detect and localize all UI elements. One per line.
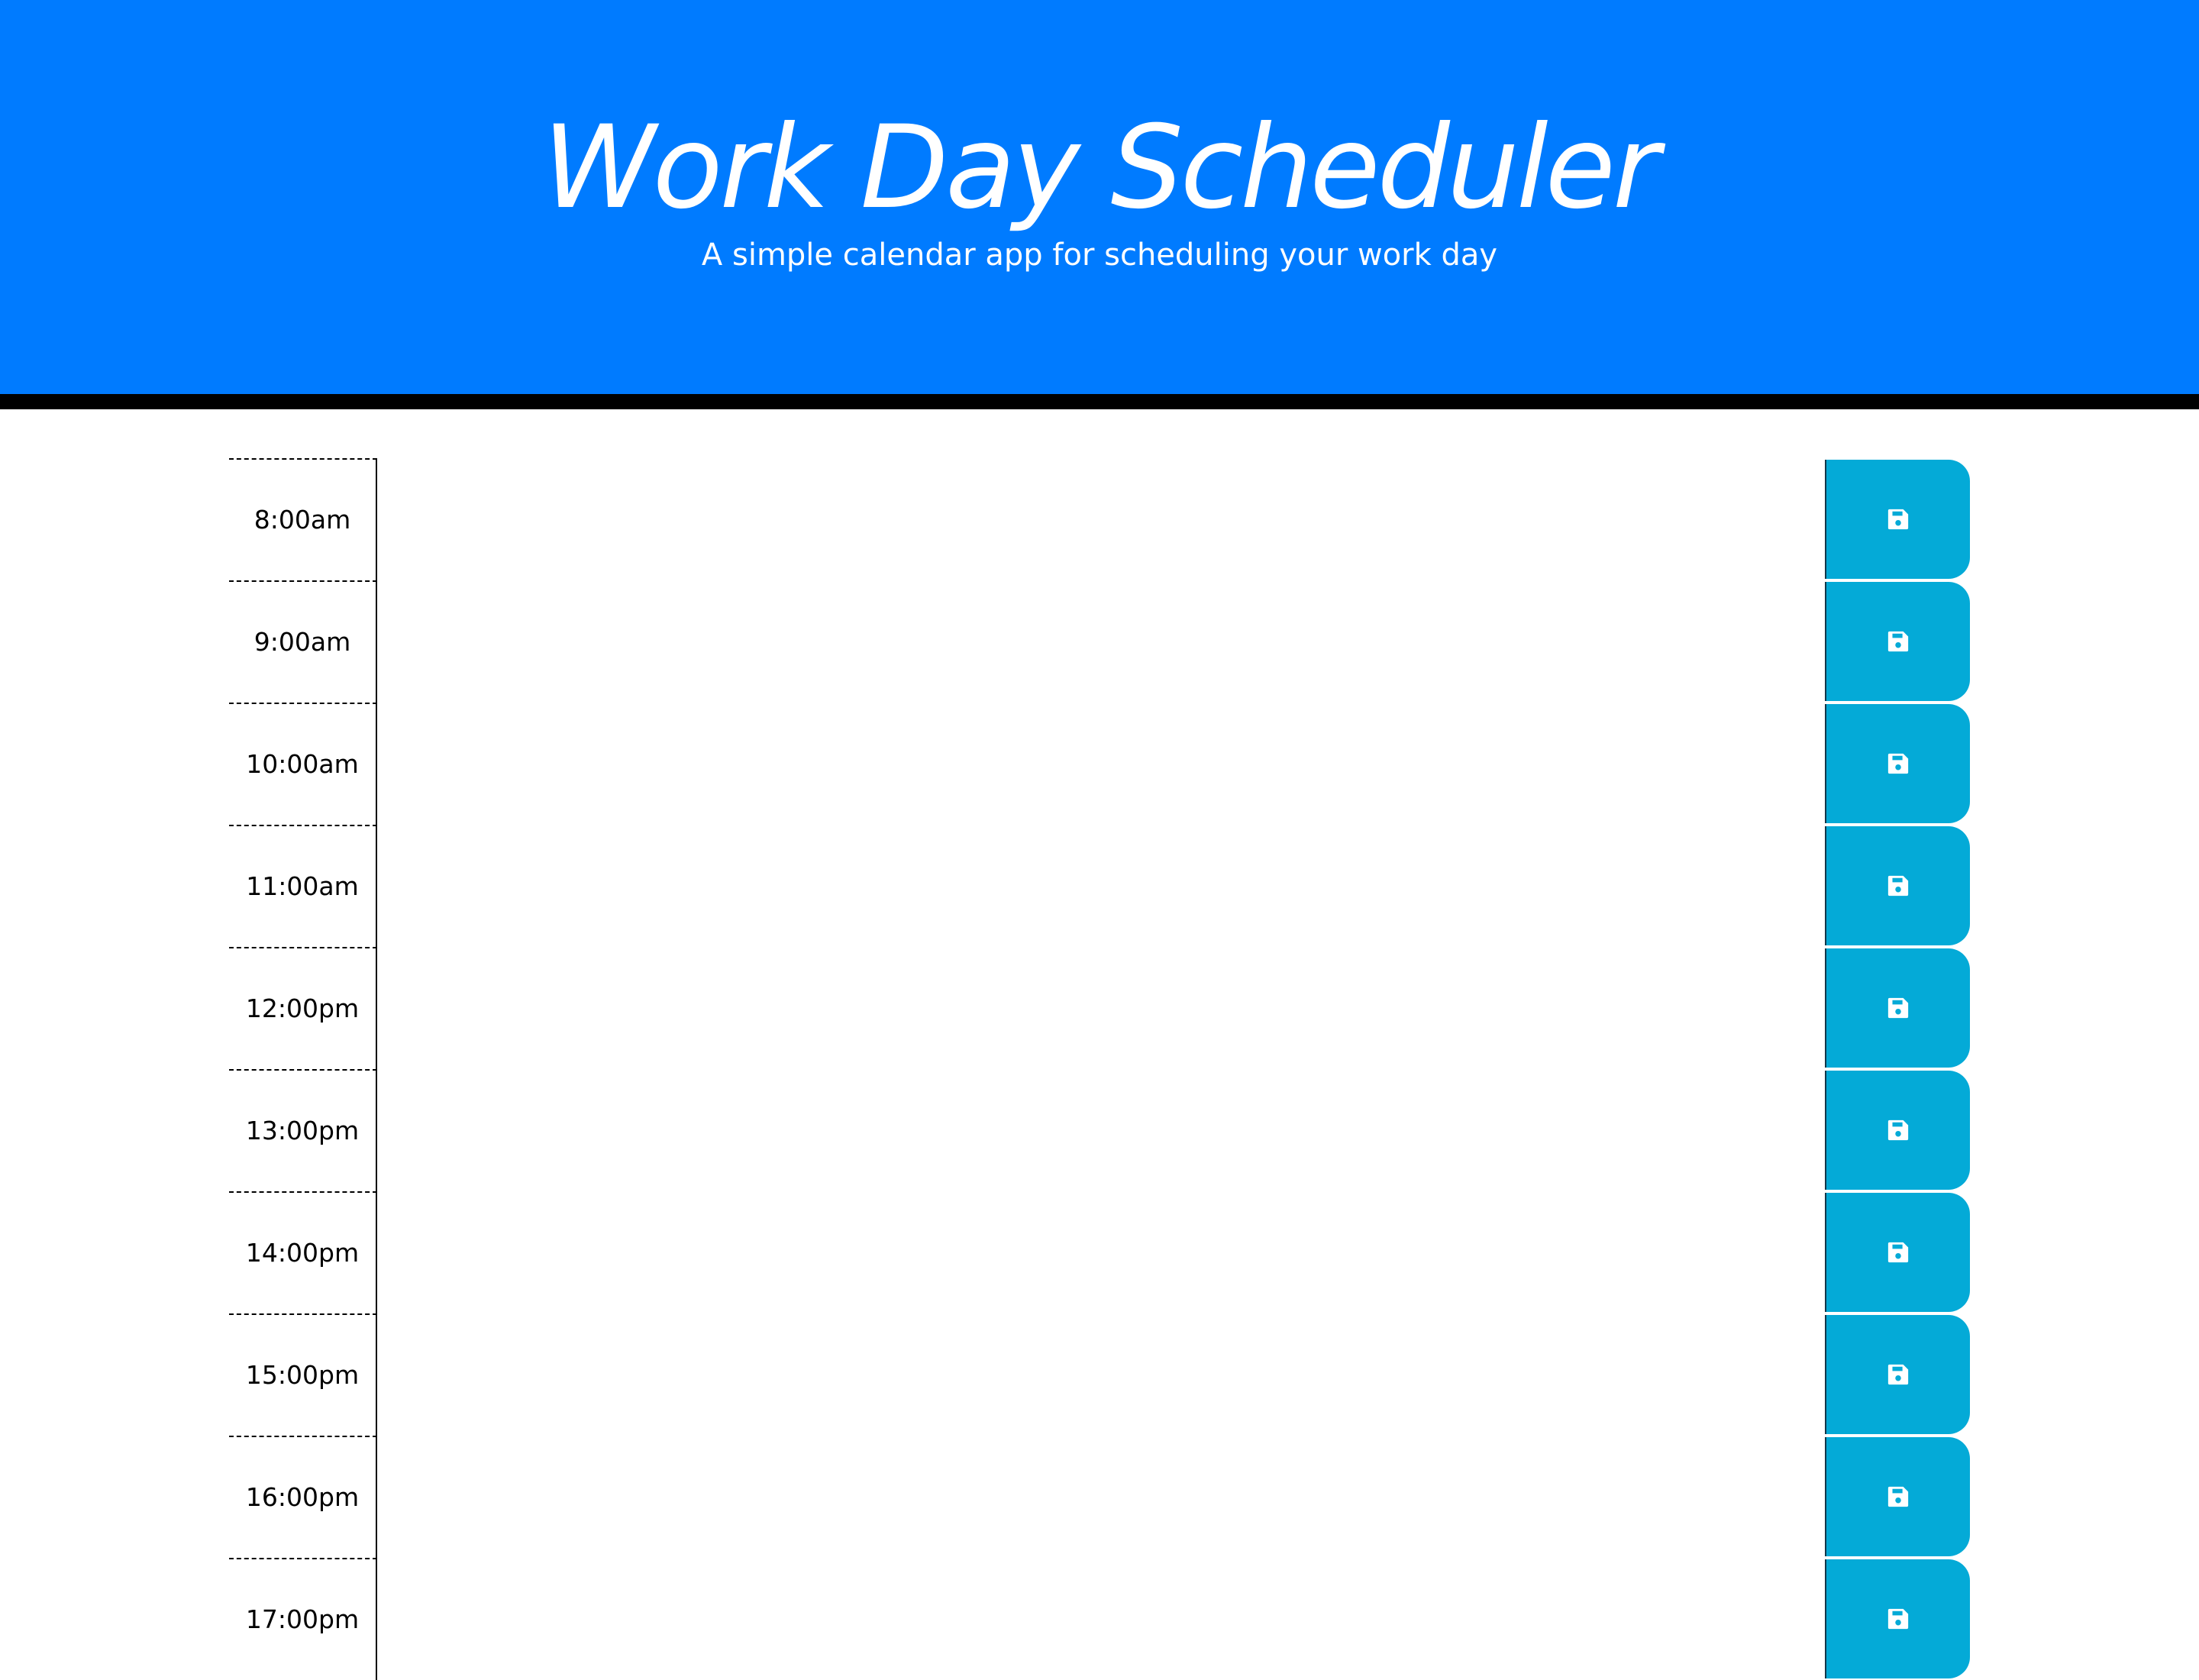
time-block: 17:00pm <box>229 1558 1970 1680</box>
hour-label: 10:00am <box>229 703 377 825</box>
hour-label: 14:00pm <box>229 1191 377 1313</box>
time-block: 15:00pm <box>229 1313 1970 1436</box>
time-block: 8:00am <box>229 458 1970 580</box>
description-input[interactable] <box>377 947 1823 1069</box>
description-input[interactable] <box>377 1191 1823 1313</box>
description-input[interactable] <box>377 1069 1823 1191</box>
description-input[interactable] <box>377 1558 1823 1680</box>
floppy-disk-icon <box>1887 875 1909 897</box>
description-input[interactable] <box>377 580 1823 703</box>
save-button[interactable] <box>1825 1559 1970 1678</box>
save-button[interactable] <box>1825 826 1970 945</box>
floppy-disk-icon <box>1887 1608 1909 1630</box>
floppy-disk-icon <box>1887 1242 1909 1263</box>
save-button[interactable] <box>1825 1315 1970 1434</box>
description-input[interactable] <box>377 825 1823 947</box>
save-button[interactable] <box>1825 704 1970 823</box>
save-button[interactable] <box>1825 582 1970 701</box>
save-button[interactable] <box>1825 1193 1970 1312</box>
time-block: 13:00pm <box>229 1069 1970 1191</box>
floppy-disk-icon <box>1887 1486 1909 1507</box>
hour-label: 17:00pm <box>229 1558 377 1680</box>
save-button[interactable] <box>1825 1437 1970 1556</box>
floppy-disk-icon <box>1887 1119 1909 1141</box>
save-button[interactable] <box>1825 948 1970 1068</box>
header-jumbotron: Work Day Scheduler A simple calendar app… <box>0 0 2199 409</box>
hour-label: 8:00am <box>229 458 377 580</box>
floppy-disk-icon <box>1887 509 1909 530</box>
time-block: 16:00pm <box>229 1436 1970 1558</box>
hour-label: 15:00pm <box>229 1313 377 1436</box>
hour-label: 12:00pm <box>229 947 377 1069</box>
hour-label: 16:00pm <box>229 1436 377 1558</box>
description-input[interactable] <box>377 703 1823 825</box>
time-block: 11:00am <box>229 825 1970 947</box>
description-input[interactable] <box>377 458 1823 580</box>
floppy-disk-icon <box>1887 753 1909 774</box>
time-block: 9:00am <box>229 580 1970 703</box>
page-subtitle: A simple calendar app for scheduling you… <box>701 237 1498 273</box>
hour-label: 13:00pm <box>229 1069 377 1191</box>
time-block: 10:00am <box>229 703 1970 825</box>
time-block: 14:00pm <box>229 1191 1970 1313</box>
hour-label: 9:00am <box>229 580 377 703</box>
description-input[interactable] <box>377 1436 1823 1558</box>
description-input[interactable] <box>377 1313 1823 1436</box>
floppy-disk-icon <box>1887 631 1909 652</box>
floppy-disk-icon <box>1887 1364 1909 1385</box>
floppy-disk-icon <box>1887 997 1909 1019</box>
scheduler-container: 8:00am 9:00am 10:00am 11:00am 12:00pm 13 <box>229 458 1970 1680</box>
page-title: Work Day Scheduler <box>542 102 1659 234</box>
save-button[interactable] <box>1825 460 1970 579</box>
time-block: 12:00pm <box>229 947 1970 1069</box>
hour-label: 11:00am <box>229 825 377 947</box>
save-button[interactable] <box>1825 1071 1970 1190</box>
